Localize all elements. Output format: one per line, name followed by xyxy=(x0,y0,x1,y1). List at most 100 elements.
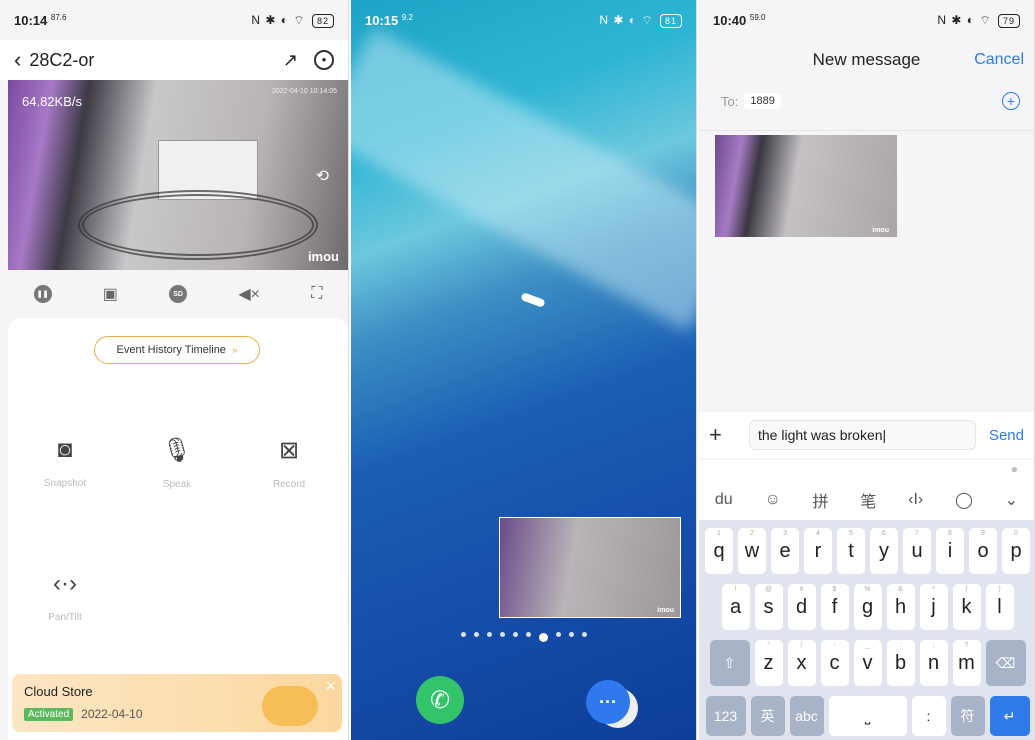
add-recipient-icon[interactable]: + xyxy=(1002,92,1020,110)
backspace-key[interactable]: ⌫ xyxy=(985,640,1026,686)
key-x[interactable]: / x xyxy=(787,640,816,686)
record-button[interactable]: ⊠ Record xyxy=(244,436,334,490)
imou-app-screen: 10:14 87.6 N ✱ ◐ ⌔ 82 ‹ 28C2-or ↗ ● 64.8… xyxy=(0,0,349,740)
video-controls: ❚❚ ▣ SD ◀× ⛶ xyxy=(8,274,348,314)
punctuation-key[interactable]: : xyxy=(911,696,946,736)
keyboard-tool-3[interactable]: 笔 xyxy=(860,488,876,512)
key-b[interactable]: :b xyxy=(886,640,915,686)
key-alt-label: ? xyxy=(964,642,969,649)
settings-icon[interactable]: ● xyxy=(314,49,334,70)
key-m[interactable]: ? m xyxy=(952,640,981,686)
pantilt-button[interactable]: ‹·› Pan/Tilt xyxy=(20,570,110,623)
messages-app-icon[interactable]: ··· xyxy=(586,680,630,724)
key-s[interactable]: @ s xyxy=(754,584,783,630)
key-e[interactable]: 3e xyxy=(771,528,799,574)
event-history-button[interactable]: Event History Timeline » xyxy=(94,336,260,364)
speak-button[interactable]: 🎙︎ Speak xyxy=(132,436,222,490)
page-dot xyxy=(486,632,492,637)
abc-key[interactable]: abc xyxy=(789,696,824,736)
key-q[interactable]: 1q xyxy=(705,528,733,574)
key-f[interactable]: $ f xyxy=(820,584,849,630)
sd-quality-button[interactable]: SD xyxy=(169,285,188,303)
key-y[interactable]: 6y xyxy=(870,528,898,574)
key-h[interactable]: & h xyxy=(886,584,915,630)
numbers-key[interactable]: 123 xyxy=(705,696,746,736)
key-i[interactable]: 8i xyxy=(936,528,964,574)
fullscreen-icon[interactable]: ⛶ xyxy=(311,285,322,303)
suggestion-icon[interactable]: ● xyxy=(1011,462,1018,476)
live-video[interactable]: 64.82KB/s 2022-04-10 10:14:05 ⟲ imou xyxy=(8,80,348,270)
share-icon[interactable]: ↗ xyxy=(283,50,298,71)
to-label: To: xyxy=(721,93,739,109)
cloud-store-banner[interactable]: Cloud Store Activated 2022-04-10 × xyxy=(12,674,342,732)
status-icons: N ✱ ◐ ⌔ 79 xyxy=(937,13,1020,28)
symbols-key[interactable]: 符 xyxy=(950,696,985,736)
camera-icon: ◙ xyxy=(57,436,73,463)
key-v[interactable]: _ v xyxy=(853,640,882,686)
record-icon: ⊠ xyxy=(278,437,300,464)
language-key[interactable]: 英 xyxy=(750,696,785,736)
add-attachment-icon[interactable]: + xyxy=(709,422,749,448)
keyboard-tool-2[interactable]: 拼 xyxy=(813,488,829,512)
key-alt-label: * xyxy=(932,586,935,593)
key-n[interactable]: ; n xyxy=(919,640,948,686)
snapshot-button[interactable]: ◙ Snapshot xyxy=(20,436,110,489)
key-alt-label: 5 xyxy=(849,530,853,537)
mute-icon[interactable]: ◀× xyxy=(238,284,260,304)
key-alt-label: ' xyxy=(767,642,770,649)
key-d[interactable]: # d xyxy=(787,584,816,630)
close-icon[interactable]: × xyxy=(325,676,336,697)
status-time: 10:14 87.6 xyxy=(14,12,67,28)
imou-watermark: imou xyxy=(307,249,339,264)
key-a[interactable]: ! a xyxy=(721,584,750,630)
key-l[interactable]: ) l xyxy=(985,584,1014,630)
key-o[interactable]: 9o xyxy=(969,528,997,574)
key-alt-label: 3 xyxy=(783,530,787,537)
pause-icon[interactable]: ❚❚ xyxy=(33,285,52,303)
device-title: 28C2-or xyxy=(29,49,95,70)
multi-view-icon[interactable]: ▣ xyxy=(103,284,118,304)
key-alt-label: 1 xyxy=(717,530,721,537)
key-alt-label: ( xyxy=(965,586,968,593)
message-input[interactable]: the light was broken | xyxy=(749,420,976,450)
cancel-button[interactable]: Cancel xyxy=(974,51,1024,69)
key-w[interactable]: 2w xyxy=(738,528,766,574)
message-text: the light was broken xyxy=(758,427,883,443)
recipient-chip[interactable]: 1889 xyxy=(744,93,781,109)
soft-keyboard: 1q2w3e4r5t6y7u8i9o0p ! a @ s # d $ f% g & h * j(k) l … xyxy=(699,520,1034,740)
app-header: ‹ 28C2-or ↗ ● xyxy=(0,40,348,80)
status-bar: 10:14 87.6 N ✱ ◐ ⌔ 82 xyxy=(0,0,348,40)
status-time: 10:15 9.2 xyxy=(365,12,413,28)
send-button[interactable]: Send xyxy=(976,427,1024,444)
enter-key[interactable]: ↵ xyxy=(989,696,1030,736)
key-c[interactable]: -c xyxy=(820,640,849,686)
key-r[interactable]: 4r xyxy=(804,528,832,574)
keyboard-tools-row: du ☺ 拼 笔 ‹I› ◯ ⌄ xyxy=(699,488,1034,512)
keyboard-tool-1[interactable]: ☺ xyxy=(764,491,780,509)
key-z[interactable]: ' z xyxy=(754,640,783,686)
keyboard-tool-6[interactable]: ⌄ xyxy=(1005,490,1018,510)
picture-in-picture-video[interactable]: imou xyxy=(499,517,681,618)
home-screen: 10:15 9.2 N ✱ ◐ ⌔ 81 imou ✆ ··· xyxy=(351,0,697,740)
phone-app-icon[interactable]: ✆ xyxy=(416,676,464,724)
keyboard-tool-5[interactable]: ◯ xyxy=(955,490,973,510)
chevron-down-icon: » xyxy=(231,344,238,356)
status-bar: 10:40 59.0 N ✱ ◐ ⌔ 79 xyxy=(699,0,1034,40)
key-t[interactable]: 5t xyxy=(837,528,865,574)
keyboard-tool-0[interactable]: du xyxy=(715,491,733,509)
microphone-icon: 🎙︎ xyxy=(161,437,193,464)
keyboard-tool-4[interactable]: ‹I› xyxy=(908,491,923,509)
key-alt-label: 9 xyxy=(981,530,985,537)
space-key[interactable]: ⎵ xyxy=(828,696,907,736)
key-p[interactable]: 0p xyxy=(1002,528,1030,574)
microphone-icon: ⎵ xyxy=(864,707,871,724)
back-icon[interactable]: ‹ xyxy=(14,47,21,73)
attached-image[interactable]: imou xyxy=(715,135,897,237)
shift-key[interactable]: ⇧ xyxy=(709,640,750,686)
rotate-lock-icon[interactable]: ⟲ xyxy=(316,166,329,186)
key-g[interactable]: % g xyxy=(853,584,882,630)
key-u[interactable]: 7u xyxy=(903,528,931,574)
key-k[interactable]: (k xyxy=(952,584,981,630)
key-j[interactable]: * j xyxy=(919,584,948,630)
key-alt-label: & xyxy=(898,586,903,593)
